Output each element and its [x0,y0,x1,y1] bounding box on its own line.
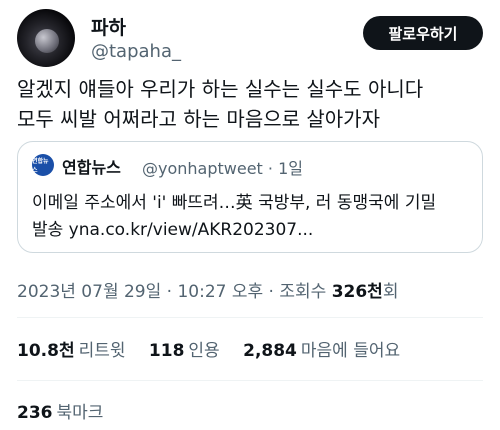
quoted-tweet[interactable]: 연합뉴스 연합뉴스 @yonhaptweet · 1일 이메일 주소에서 'i'… [17,141,483,253]
retweet-label[interactable]: 리트윗 [79,341,126,361]
divider [17,380,483,381]
bookmark-label[interactable]: 북마크 [57,403,104,423]
quoted-author-name: 연합뉴스 [62,158,121,177]
tweet-text-line-1: 알겠지 얘들아 우리가 하는 실수는 실수도 아니다 [17,77,424,101]
tweet-meta: 2023년 07월 29일 · 10:27 오후 · 조회수 326천회 [17,277,398,302]
yonhap-logo-icon: 연합뉴스 [32,154,54,176]
view-count: 326천 [331,282,383,302]
bookmark-stats: 236 북마크 [17,398,103,423]
tweet-text: 알겠지 얘들아 우리가 하는 실수는 실수도 아니다 모두 씨발 어쩌라고 하는… [17,74,487,134]
quoted-text-line-1: 이메일 주소에서 'i' 빠뜨려…英 국방부, 러 동맹국에 기밀 [32,193,437,213]
like-label[interactable]: 마음에 들어요 [301,341,400,361]
timestamp[interactable]: 2023년 07월 29일 · 10:27 오후 · 조회수 [17,282,332,302]
like-count[interactable]: 2,884 [243,341,297,361]
logo-text: 연합뉴스 [32,158,49,174]
quoted-text: 이메일 주소에서 'i' 빠뜨려…英 국방부, 러 동맹국에 기밀 발송 yna… [32,190,472,244]
bookmark-count[interactable]: 236 [17,403,53,423]
view-suffix: 회 [382,282,399,302]
divider [17,317,483,318]
quoted-text-line-2: 발송 yna.co.kr/view/AKR202307... [32,220,314,240]
avatar[interactable] [17,9,75,67]
moon-icon [35,29,59,53]
tweet-text-line-2: 모두 씨발 어쩌라고 하는 마음으로 살아가자 [17,107,380,131]
follow-button[interactable]: 팔로우하기 [363,16,483,50]
author-handle[interactable]: @tapaha_ [91,41,181,62]
author-name[interactable]: 파하 [91,13,126,40]
tweet-header: 파하 @tapaha_ 팔로우하기 [17,9,483,71]
quoted-author-handle: @yonhaptweet · 1일 [142,159,303,178]
retweet-count[interactable]: 10.8천 [17,341,75,361]
engagement-stats: 10.8천 리트윗 118 인용 2,884 마음에 들어요 [17,336,418,361]
quote-label[interactable]: 인용 [188,341,219,361]
quote-count[interactable]: 118 [149,341,185,361]
